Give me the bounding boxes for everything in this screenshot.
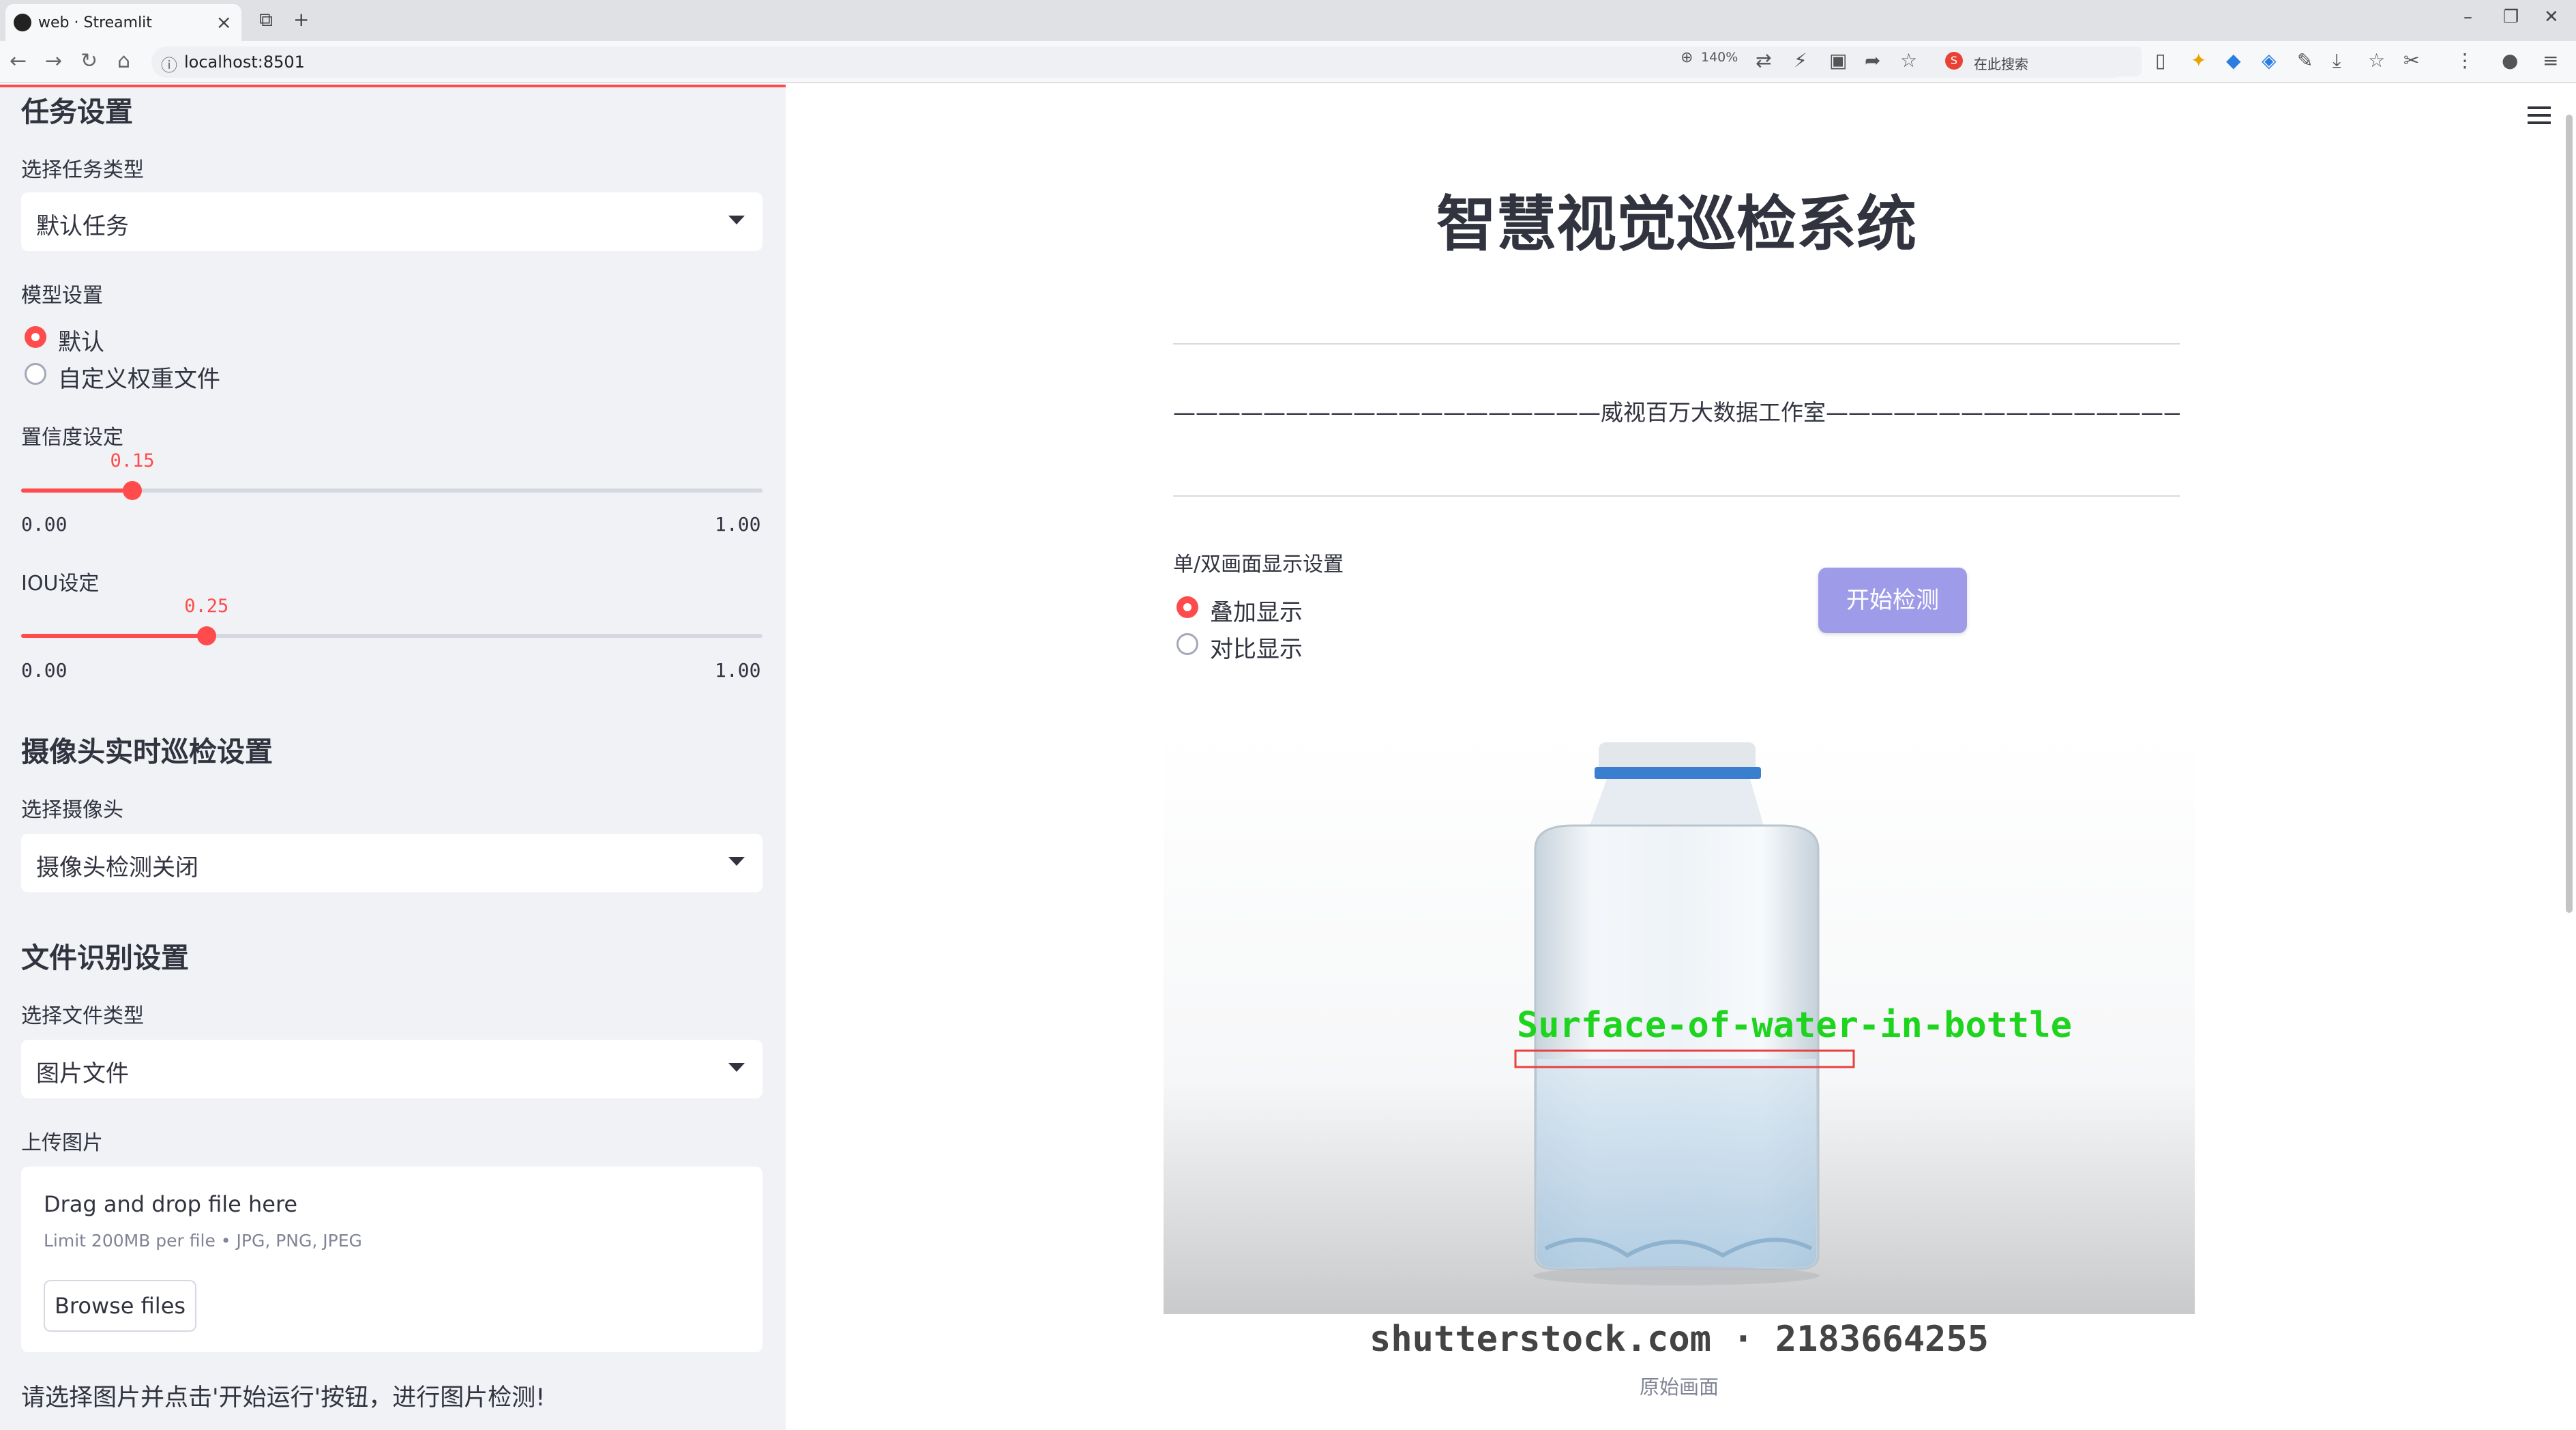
iou-value: 0.25 bbox=[184, 596, 229, 617]
model-option-custom: 自定义权重文件 bbox=[58, 366, 220, 393]
chevron-down-icon bbox=[728, 216, 745, 224]
restore-icon[interactable]: ❐ bbox=[2503, 7, 2519, 27]
camera-value: 摄像头检测关闭 bbox=[36, 854, 198, 881]
streamlit-favicon-icon bbox=[14, 14, 31, 31]
extension-icon[interactable]: ✦ bbox=[2191, 49, 2206, 72]
confidence-max: 1.00 bbox=[715, 513, 761, 536]
file-uploader-dropzone[interactable]: Drag and drop file here Limit 200MB per … bbox=[21, 1167, 763, 1352]
reload-icon[interactable]: ↻ bbox=[80, 49, 98, 73]
file-type-label: 选择文件类型 bbox=[21, 1004, 144, 1028]
flash-icon[interactable]: ⚡ bbox=[1794, 49, 1807, 72]
display-option-compare: 对比显示 bbox=[1210, 636, 1303, 663]
browse-files-button[interactable]: Browse files bbox=[44, 1280, 196, 1332]
file-section-title: 文件识别设置 bbox=[21, 942, 189, 974]
upload-label: 上传图片 bbox=[21, 1131, 103, 1155]
home-icon[interactable]: ⌂ bbox=[117, 49, 130, 73]
iou-slider[interactable]: 0.25 bbox=[21, 596, 763, 645]
upload-limit-text: Limit 200MB per file • JPG, PNG, JPEG bbox=[44, 1231, 362, 1251]
display-mode-label: 单/双画面显示设置 bbox=[1173, 553, 1344, 577]
new-tab-icon[interactable]: + bbox=[293, 8, 309, 31]
browser-tab[interactable]: web · Streamlit × bbox=[5, 4, 241, 41]
confidence-slider[interactable]: 0.15 bbox=[21, 450, 763, 500]
confidence-slider-thumb[interactable] bbox=[123, 481, 143, 500]
task-section-title: 任务设置 bbox=[21, 96, 133, 128]
chevron-down-icon bbox=[728, 857, 745, 866]
translate-ext-icon[interactable]: ◈ bbox=[2262, 49, 2277, 72]
browser-address-bar: ← → ↻ ⌂ ⓘ localhost:8501 bbox=[0, 41, 2576, 83]
confidence-value: 0.15 bbox=[110, 450, 155, 471]
radio-unselected-icon[interactable] bbox=[1176, 633, 1198, 655]
confidence-min: 0.00 bbox=[21, 513, 68, 536]
browser-menu-icon[interactable]: ≡ bbox=[2543, 49, 2558, 72]
file-type-value: 图片文件 bbox=[36, 1060, 129, 1088]
search-engine-icon[interactable]: S bbox=[1945, 52, 1963, 70]
bottle-photo: Surface-of-water-in-bottle shutterstock.… bbox=[1164, 730, 2195, 1365]
task-type-select[interactable]: 默认任务 bbox=[21, 192, 763, 251]
favorites-icon[interactable]: ☆ bbox=[2368, 49, 2385, 72]
radio-selected-icon[interactable] bbox=[1176, 596, 1198, 618]
iou-slider-fill bbox=[21, 634, 207, 638]
window-close-icon[interactable]: ✕ bbox=[2544, 7, 2559, 27]
more-menu-icon[interactable]: ⋮ bbox=[2455, 49, 2474, 72]
iou-label: IOU设定 bbox=[21, 572, 100, 596]
camera-select[interactable]: 摄像头检测关闭 bbox=[21, 834, 763, 892]
watermark-text: shutterstock.com · 2183664255 bbox=[1370, 1319, 1989, 1360]
model-option-default: 默认 bbox=[58, 329, 104, 356]
model-label: 模型设置 bbox=[21, 284, 103, 308]
divider-bottom bbox=[1173, 495, 2180, 497]
url-text: localhost:8501 bbox=[184, 53, 305, 72]
scissors-icon[interactable]: ✂ bbox=[2403, 49, 2419, 72]
browser-search-box[interactable]: S 在此搜索 bbox=[1937, 46, 2142, 76]
divider-top bbox=[1173, 343, 2180, 345]
upload-drop-text: Drag and drop file here bbox=[44, 1191, 298, 1217]
extension-2-icon[interactable]: ◆ bbox=[2226, 49, 2241, 72]
forward-icon[interactable]: → bbox=[45, 49, 62, 73]
camera-label: 选择摄像头 bbox=[21, 798, 123, 822]
display-option-overlay: 叠加显示 bbox=[1210, 599, 1303, 626]
back-icon[interactable]: ← bbox=[10, 49, 27, 73]
search-placeholder: 在此搜索 bbox=[1974, 56, 2028, 72]
confidence-label: 置信度设定 bbox=[21, 426, 123, 450]
reading-mode-icon[interactable]: ▯ bbox=[2155, 49, 2165, 72]
iou-max: 1.00 bbox=[715, 659, 761, 682]
radio-unselected-icon[interactable] bbox=[25, 363, 46, 385]
site-info-icon[interactable]: ⓘ bbox=[161, 52, 177, 76]
task-type-label: 选择任务类型 bbox=[21, 158, 144, 182]
start-detection-button[interactable]: 开始检测 bbox=[1818, 568, 1967, 633]
file-type-select[interactable]: 图片文件 bbox=[21, 1040, 763, 1098]
app-window: web · Streamlit × ⧉ + – ❐ ✕ ← → ↻ ⌂ ⓘ lo… bbox=[0, 0, 2576, 1430]
hamburger-menu-icon[interactable] bbox=[2528, 106, 2551, 124]
translate-icon[interactable]: ⇄ bbox=[1756, 49, 1771, 72]
detection-label: Surface-of-water-in-bottle bbox=[1517, 1005, 2072, 1046]
bookmark-star-icon[interactable]: ☆ bbox=[1900, 49, 1917, 72]
tab-groups-icon[interactable]: ⧉ bbox=[259, 8, 273, 31]
chevron-down-icon bbox=[728, 1063, 745, 1072]
browser-tab-bar: web · Streamlit × ⧉ + – ❐ ✕ bbox=[0, 0, 2576, 41]
zoom-icon[interactable]: ⊕ bbox=[1681, 49, 1693, 66]
page-subtitle: ———————————————————威视百万大数据工作室———————————… bbox=[1173, 399, 2180, 426]
download-icon[interactable]: ⤓ bbox=[2333, 49, 2341, 72]
main-scrollbar[interactable] bbox=[2566, 115, 2573, 913]
image-caption: 原始画面 bbox=[1639, 1375, 1719, 1399]
minimize-icon[interactable]: – bbox=[2463, 7, 2472, 27]
task-type-value: 默认任务 bbox=[36, 213, 129, 240]
sidebar-instruction: 请选择图片并点击'开始运行'按钮，进行图片检测! bbox=[21, 1384, 546, 1412]
profile-avatar-icon[interactable]: ● bbox=[2502, 49, 2518, 72]
detection-image: Surface-of-water-in-bottle shutterstock.… bbox=[1164, 730, 2195, 1365]
confidence-slider-fill bbox=[21, 488, 133, 493]
page-title: 智慧视觉巡检系统 bbox=[1436, 189, 1916, 259]
iou-min: 0.00 bbox=[21, 659, 68, 682]
tab-title: web · Streamlit bbox=[38, 14, 152, 31]
tab-close-icon[interactable]: × bbox=[216, 11, 232, 33]
zoom-level[interactable]: 140% bbox=[1701, 50, 1738, 65]
camera-section-title: 摄像头实时巡检设置 bbox=[21, 735, 273, 768]
radio-selected-icon[interactable] bbox=[25, 326, 46, 348]
screenshot-icon[interactable]: ▣ bbox=[1829, 49, 1847, 72]
pen-icon[interactable]: ✎ bbox=[2297, 49, 2313, 72]
iou-slider-thumb[interactable] bbox=[196, 626, 216, 645]
share-icon[interactable]: ➦ bbox=[1865, 49, 1880, 72]
